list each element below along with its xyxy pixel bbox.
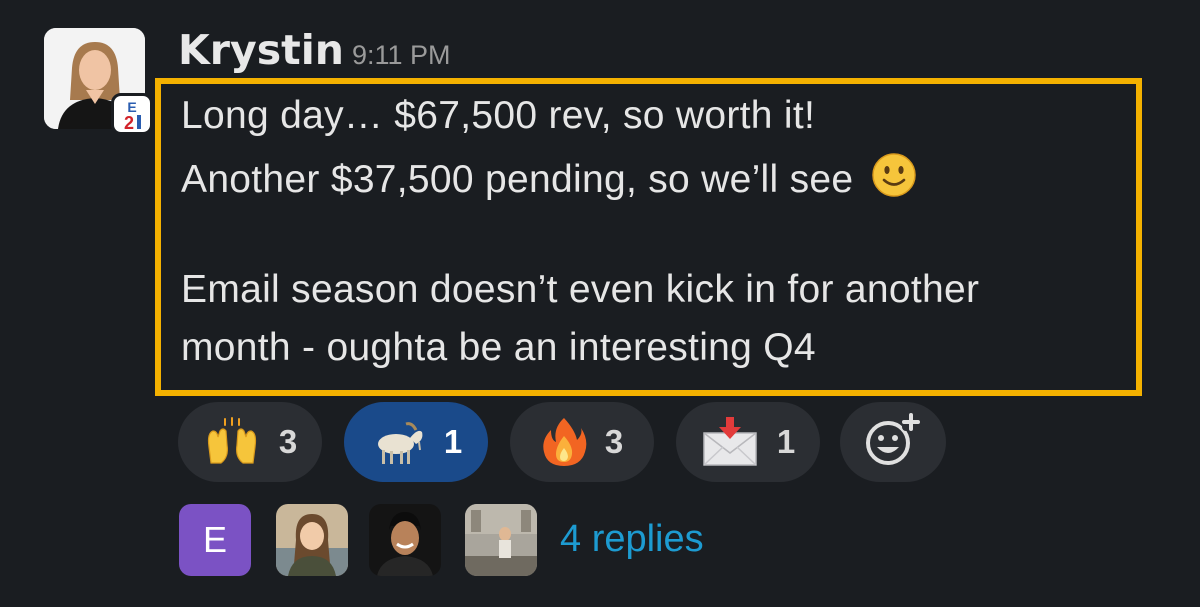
replier-avatar[interactable] [465,504,537,576]
slightly-smiling-face-icon [871,152,917,208]
message-line-4: month - oughta be an interesting Q4 [181,326,816,369]
replier-avatar[interactable] [276,504,348,576]
message-line-3: Email season doesn’t even kick in for an… [181,268,980,311]
replier-letter: E [202,519,227,560]
fire-icon [541,416,587,468]
message-line-2: Another $37,500 pending, so we’ll see [181,152,917,208]
svg-text:2: 2 [124,113,134,132]
message-line-1: Long day… $67,500 rev, so worth it! [181,94,816,137]
replier-avatar[interactable] [369,504,441,576]
raising-hands-icon [203,417,261,467]
reaction-goat[interactable]: 1 [344,402,488,482]
author-name[interactable]: Krystin [178,26,344,74]
goat-icon [370,418,426,466]
workspace-badge: E 2 [111,93,153,135]
reaction-count: 3 [278,423,298,460]
reaction-count: 1 [776,423,796,460]
add-reaction-icon [864,413,922,471]
reaction-count: 1 [443,423,463,460]
reaction-incoming-envelope[interactable]: 1 [676,402,820,482]
replier-avatar-e[interactable]: E [179,504,251,576]
incoming-envelope-icon [701,417,759,467]
message-line-2-text: Another $37,500 pending, so we’ll see [181,158,854,201]
replies-link[interactable]: 4 replies [560,518,704,561]
reaction-raising-hands[interactable]: 3 [178,402,322,482]
message-timestamp[interactable]: 9:11 PM [352,40,451,71]
add-reaction-button[interactable] [840,402,946,482]
reaction-count: 3 [604,423,624,460]
reaction-fire[interactable]: 3 [510,402,654,482]
